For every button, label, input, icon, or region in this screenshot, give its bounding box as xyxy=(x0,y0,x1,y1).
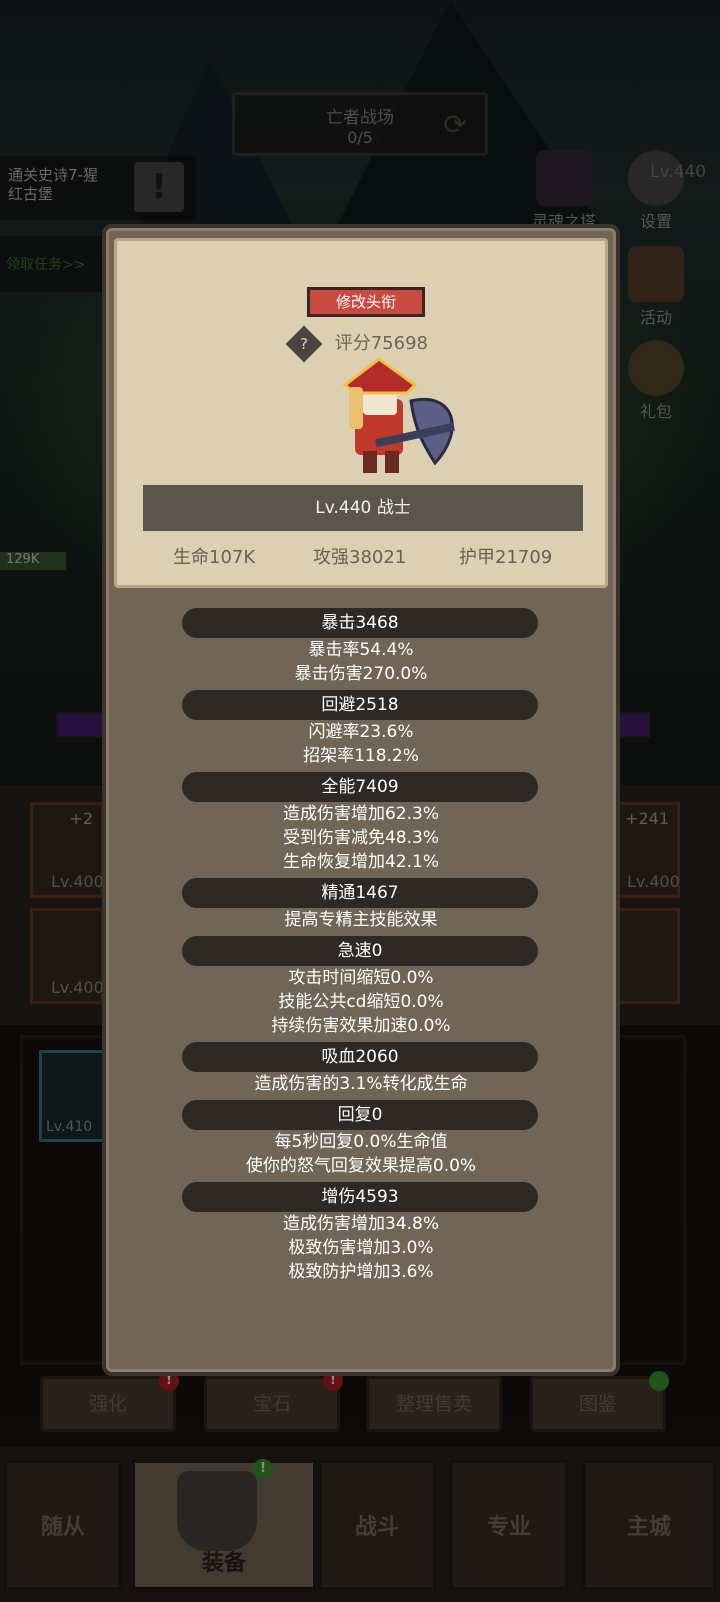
stat-detail: 极致防护增加3.6% xyxy=(288,1262,434,1282)
stat-detail: 闪避率23.6% xyxy=(308,722,414,742)
stat-category: 全能7409 xyxy=(182,772,538,802)
stat-category: 急速0 xyxy=(182,936,538,966)
stat-detail: 攻击时间缩短0.0% xyxy=(288,968,434,988)
stat-detail: 极致伤害增加3.0% xyxy=(288,1238,434,1258)
stat-detail: 技能公共cd缩短0.0% xyxy=(278,992,444,1012)
level-class-banner: Lv.440 战士 xyxy=(143,485,583,531)
edit-title-button[interactable]: 修改头衔 xyxy=(307,287,425,317)
character-card: 修改头衔 ? 评分75698 Lv.440 战士 生命107K 攻强38021 … xyxy=(114,238,608,588)
hp-stat: 生命107K xyxy=(173,547,256,568)
stat-detail: 持续伤害效果加速0.0% xyxy=(271,1016,451,1036)
stat-category: 精通1467 xyxy=(182,878,538,908)
character-stats-modal: 修改头衔 ? 评分75698 Lv.440 战士 生命107K 攻强38021 … xyxy=(102,224,620,1376)
stat-detail: 造成伤害增加34.8% xyxy=(282,1214,439,1234)
stat-category: 回复0 xyxy=(182,1100,538,1130)
attack-stat: 攻强38021 xyxy=(313,547,407,568)
stat-detail: 生命恢复增加42.1% xyxy=(282,852,439,872)
stat-category: 增伤4593 xyxy=(182,1182,538,1212)
stat-category: 回避2518 xyxy=(182,690,538,720)
stat-category: 暴击3468 xyxy=(182,608,538,638)
stat-detail: 受到伤害减免48.3% xyxy=(282,828,439,848)
stat-detail: 造成伤害增加62.3% xyxy=(282,804,439,824)
stat-category: 吸血2060 xyxy=(182,1042,538,1072)
stat-detail: 招架率118.2% xyxy=(303,746,419,766)
stat-detail: 暴击率54.4% xyxy=(308,640,414,660)
stat-detail: 每5秒回复0.0%生命值 xyxy=(274,1132,448,1152)
stat-detail: 造成伤害的3.1%转化成生命 xyxy=(254,1074,468,1094)
attribute-list: 暴击3468 暴击率54.4% 暴击伤害270.0% 回避2518 闪避率23.6% 招架… xyxy=(106,604,616,1284)
stat-detail: 暴击伤害270.0% xyxy=(294,664,428,684)
warrior-avatar xyxy=(342,357,455,473)
stat-detail: 使你的怒气回复效果提高0.0% xyxy=(245,1156,477,1176)
stat-detail: 提高专精主技能效果 xyxy=(284,910,438,930)
armor-stat: 护甲21709 xyxy=(459,547,553,568)
